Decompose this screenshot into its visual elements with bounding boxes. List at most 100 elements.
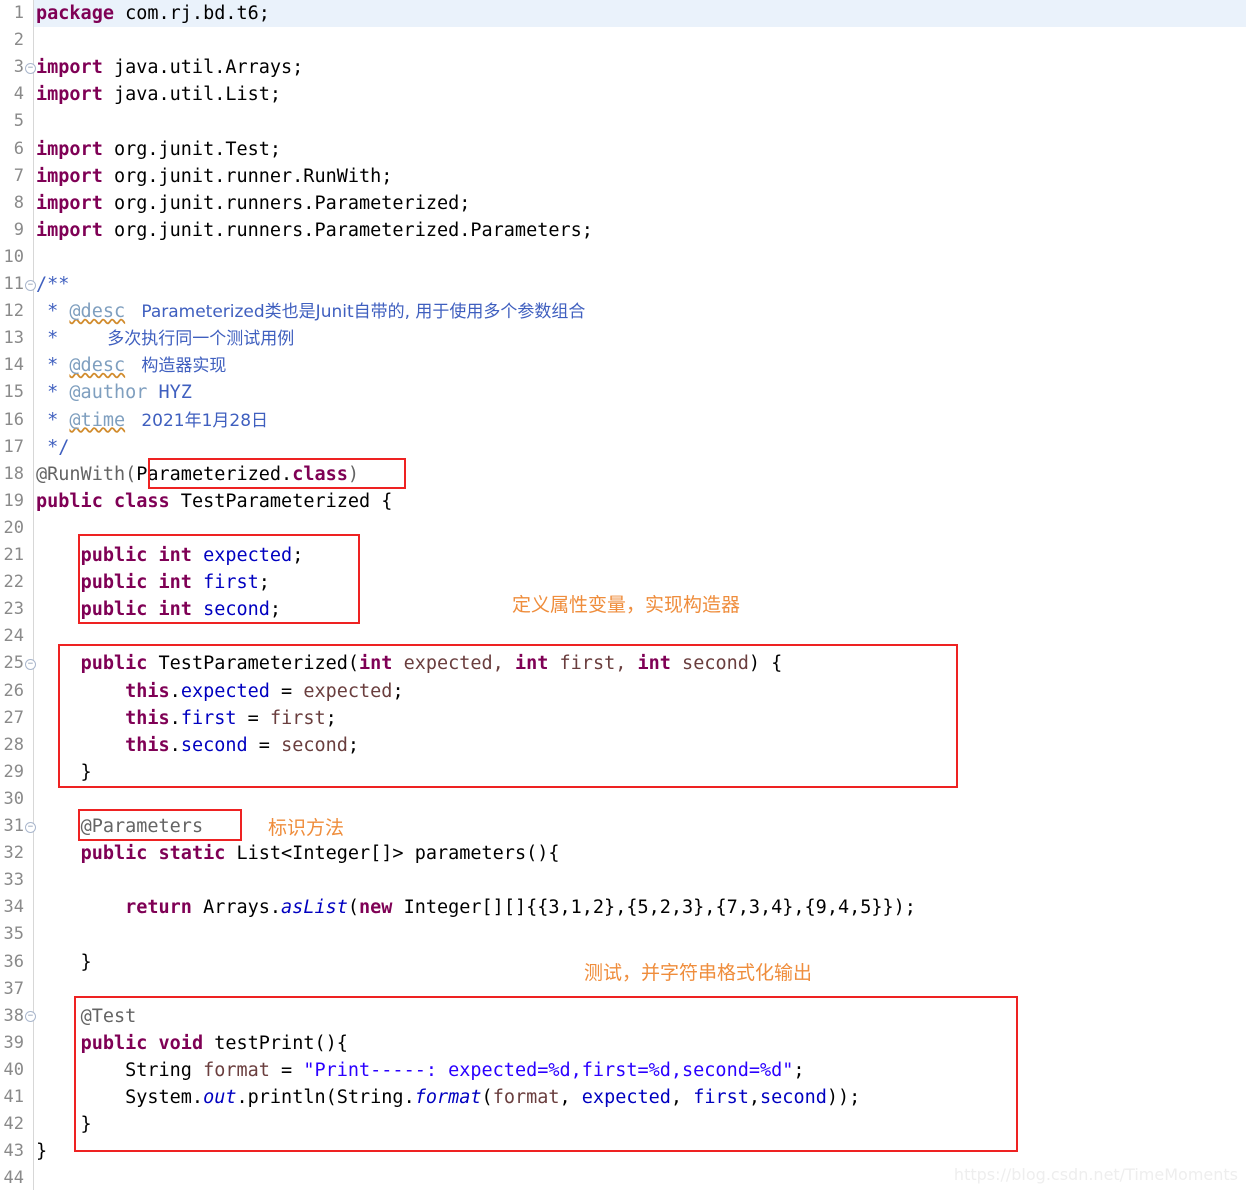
keyword-this: this [125,680,170,702]
note-fields: 定义属性变量，实现构造器 [512,594,741,616]
keyword-return: return [125,897,192,919]
keyword-import: import [36,219,103,241]
line-number: 4 [13,84,24,105]
dot: . [169,707,181,729]
constructor-name: TestParameterized( [147,653,360,675]
line-number: 29 [3,761,24,782]
note-test: 测试，并字符串格式化输出 [584,962,813,984]
code-editor[interactable]: 1 2 3 4 5 6 7 8 9 10 11 12 13 14 15 16 1… [0,0,1246,1190]
constructor-tail: ) { [748,653,783,675]
line-number: 5 [13,111,24,132]
class-name: TestParameterized { [169,490,393,512]
open-paren: ( [347,897,360,919]
javadoc-star: * [36,328,70,350]
code-line-4[interactable]: import java.util.List; [34,81,281,108]
code-line-29[interactable]: } [34,759,92,786]
local-var-format: format [191,1059,270,1081]
code-line-15[interactable]: * @author HYZ [34,379,192,406]
code-line-42[interactable]: } [34,1111,92,1138]
import-path: org.junit.runners.Parameterized; [102,192,471,214]
code-line-21[interactable]: public int expected; [34,542,304,569]
code-line-18[interactable]: @RunWith(Parameterized.class) [34,461,359,488]
code-line-39[interactable]: public void testPrint(){ [34,1030,348,1057]
line-number: 12 [3,301,24,322]
line-number: 39 [3,1032,24,1053]
line-number: 19 [3,490,24,511]
code-line-34[interactable]: return Arrays.asList(new Integer[][]{{3,… [34,894,916,921]
javadoc-body: 构造器实现 [125,356,227,377]
assign-operator: = [269,680,304,702]
import-path: org.junit.Test; [102,138,282,160]
code-line-43[interactable]: } [34,1138,47,1165]
annotation-runwith: @RunWith( [36,463,137,485]
code-line-41[interactable]: System.out.println(String.format(format,… [34,1084,860,1111]
line-number: 38 [3,1005,24,1026]
arg-second: second [760,1087,827,1108]
code-line-7[interactable]: import org.junit.runner.RunWith; [34,163,392,190]
field-system-out: out [203,1087,237,1108]
line-number: 10 [3,246,24,267]
code-line-16[interactable]: * @time 2021年1月28日 [34,407,268,434]
code-line-27[interactable]: this.first = first; [34,705,337,732]
field-modifiers: public int [80,545,192,566]
code-line-6[interactable]: import org.junit.Test; [34,136,281,163]
code-line-14[interactable]: * @desc 构造器实现 [34,352,226,379]
line-number: 15 [3,382,24,403]
code-line-22[interactable]: public int first; [34,569,270,596]
line-number: 36 [3,951,24,972]
code-line-25[interactable]: public TestParameterized(int expected, i… [34,650,783,677]
line-number: 31 [3,816,24,836]
code-line-31[interactable]: @Parameters [34,813,204,840]
line-number: 18 [3,463,24,484]
code-line-19[interactable]: public class TestParameterized { [34,488,392,515]
line-number: 21 [3,545,24,565]
param-expected: expected, [392,653,515,675]
closing-brace: } [36,761,92,783]
line-number: 28 [3,734,24,755]
code-line-32[interactable]: public static List<Integer[]> parameters… [34,840,560,867]
array-literal: Integer[][]{{3,1,2},{5,2,3},{7,3,4},{9,4… [392,897,916,919]
field-ref-expected: expected [180,680,270,702]
line-number-gutter[interactable]: 1 2 3 4 5 6 7 8 9 10 11 12 13 14 15 16 1… [0,0,36,1190]
code-line-3[interactable]: import java.util.Arrays; [34,54,303,81]
method-aslist: asList [281,897,348,919]
code-line-1[interactable]: package com.rj.bd.t6; [34,0,270,27]
javadoc-tag-author: @author [69,382,148,404]
code-line-9[interactable]: import org.junit.runners.Parameterized.P… [34,217,593,244]
code-line-17[interactable]: */ [34,434,69,461]
line-number: 41 [3,1087,24,1107]
field-modifiers: public int [80,572,192,594]
code-line-26[interactable]: this.expected = expected; [34,678,403,705]
line-number: 3 [13,57,24,78]
code-line-8[interactable]: import org.junit.runners.Parameterized; [34,190,470,217]
javadoc-tag-desc: @desc [69,301,126,323]
code-line-12[interactable]: * @desc Parameterized类也是Junit自带的, 用于使用多个… [34,298,585,325]
code-line-23[interactable]: public int second; [34,596,282,623]
line-number: 22 [3,572,24,593]
code-line-11[interactable]: /** [34,271,69,298]
semicolon: ; [325,707,337,729]
javadoc-body: 2021年1月28日 [125,410,269,431]
line-number: 25 [3,653,24,674]
field-name-expected: expected [191,545,293,566]
code-line-38[interactable]: @Test [34,1003,137,1030]
dot: . [169,734,181,756]
param-first: first, [548,653,638,675]
line-number: 17 [3,436,24,457]
import-path: java.util.List; [102,84,282,106]
keyword-package: package [36,3,114,24]
code-line-28[interactable]: this.second = second; [34,732,359,759]
arg-first: first [693,1087,749,1108]
javadoc-body: 多次执行同一个测试用例 [69,329,295,350]
runwith-close-paren: ) [347,463,360,485]
param-ref-second: second [281,734,348,756]
package-path: com.rj.bd.t6; [113,3,270,24]
keyword-import: import [36,84,103,106]
param-ref-first: first [269,707,326,729]
line-number: 23 [3,599,24,620]
type-string: String [125,1059,192,1081]
code-line-36[interactable]: } [34,949,92,976]
code-line-13[interactable]: * 多次执行同一个测试用例 [34,325,294,352]
assign-operator: = [236,707,270,729]
code-line-40[interactable]: String format = "Print-----: expected=%d… [34,1057,804,1084]
